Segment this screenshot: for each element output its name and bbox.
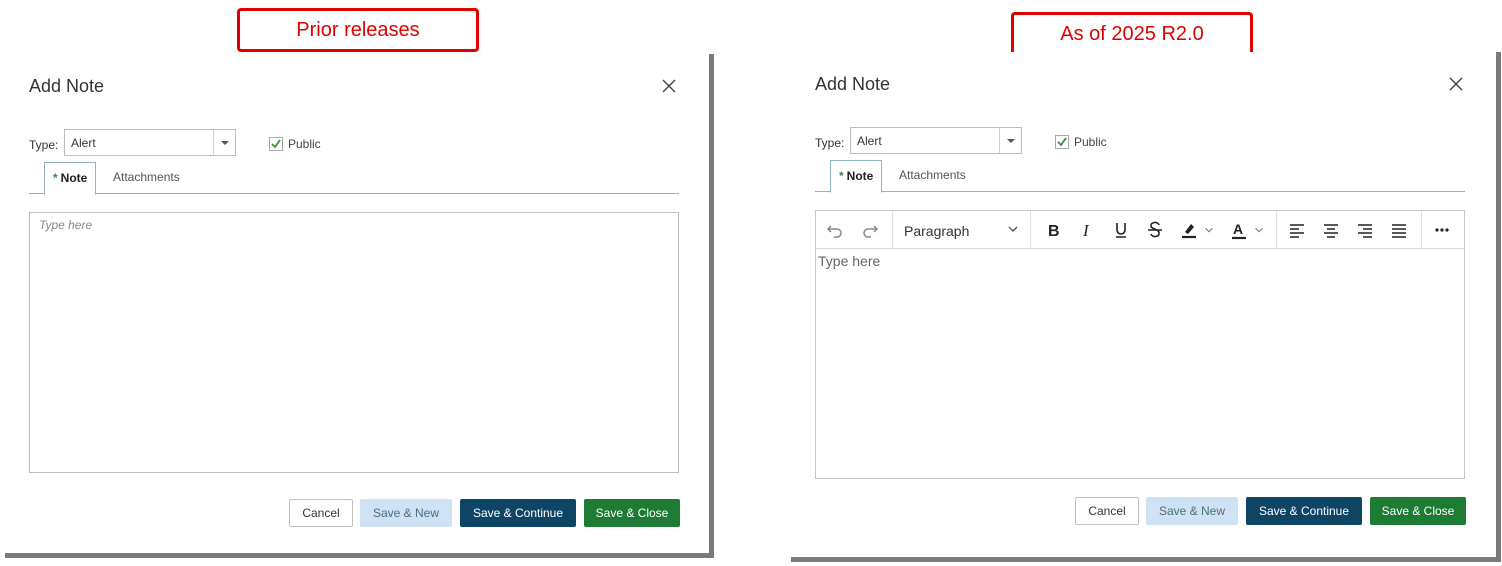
tab-bar: * Note Attachments — [815, 160, 1465, 193]
type-select[interactable]: Alert — [850, 127, 1022, 154]
checkbox-checked-icon[interactable] — [1055, 135, 1069, 149]
align-left-icon[interactable] — [1286, 219, 1308, 241]
underline-icon[interactable] — [1110, 219, 1132, 241]
tab-note[interactable]: * Note — [830, 160, 883, 193]
more-icon[interactable] — [1431, 219, 1453, 241]
callout-prior-releases: Prior releases — [237, 8, 479, 52]
type-select-value: Alert — [857, 134, 882, 148]
close-icon[interactable] — [661, 78, 677, 94]
tab-bar: * Note Attachments — [29, 162, 679, 195]
dialog-title: Add Note — [815, 74, 891, 94]
save-close-button[interactable]: Save & Close — [1370, 497, 1466, 525]
required-marker: * — [53, 171, 58, 185]
save-close-button[interactable]: Save & Close — [584, 499, 680, 527]
align-right-icon[interactable] — [1354, 219, 1376, 241]
undo-icon[interactable] — [824, 219, 846, 241]
rich-text-editor[interactable]: Paragraph B I A Type here — [815, 210, 1465, 479]
cancel-button[interactable]: Cancel — [289, 499, 353, 527]
svg-text:A: A — [1233, 221, 1243, 237]
chevron-down-icon[interactable] — [1006, 222, 1020, 236]
chevron-down-icon[interactable] — [213, 130, 235, 155]
public-label: Public — [288, 137, 321, 151]
strikethrough-icon[interactable] — [1144, 219, 1166, 241]
tab-note[interactable]: * Note — [44, 162, 97, 195]
tab-attachments[interactable]: Attachments — [891, 160, 974, 192]
chevron-down-icon[interactable] — [1252, 219, 1266, 241]
type-select-value: Alert — [71, 136, 96, 150]
tab-note-label: Note — [846, 169, 874, 183]
type-select[interactable]: Alert — [64, 129, 236, 156]
save-continue-button[interactable]: Save & Continue — [1246, 497, 1362, 525]
add-note-dialog-prior: Add Note Type: Alert Public * Note Attach… — [5, 54, 714, 558]
tab-note-label: Note — [60, 171, 88, 185]
close-icon[interactable] — [1448, 76, 1464, 92]
highlight-icon[interactable] — [1178, 219, 1200, 241]
note-placeholder: Type here — [39, 218, 93, 232]
editor-placeholder: Type here — [818, 253, 881, 269]
public-checkbox[interactable]: Public — [1055, 135, 1107, 149]
chevron-down-icon[interactable] — [999, 128, 1021, 153]
paragraph-dropdown[interactable]: Paragraph — [904, 223, 969, 239]
tab-attachments[interactable]: Attachments — [105, 162, 188, 194]
cancel-button[interactable]: Cancel — [1075, 497, 1139, 525]
svg-text:I: I — [1082, 221, 1090, 240]
editor-toolbar: Paragraph B I A — [816, 211, 1464, 249]
type-label: Type: — [29, 138, 59, 152]
dialog-title: Add Note — [29, 76, 105, 96]
type-label: Type: — [815, 136, 845, 150]
public-checkbox[interactable]: Public — [269, 137, 321, 151]
note-textarea[interactable]: Type here — [29, 212, 679, 473]
font-color-icon[interactable]: A — [1228, 219, 1250, 241]
save-new-button[interactable]: Save & New — [1146, 497, 1238, 525]
bold-icon[interactable]: B — [1042, 219, 1064, 241]
justify-icon[interactable] — [1388, 219, 1410, 241]
public-label: Public — [1074, 135, 1107, 149]
checkbox-checked-icon[interactable] — [269, 137, 283, 151]
required-marker: * — [839, 169, 844, 183]
redo-icon[interactable] — [859, 219, 881, 241]
chevron-down-icon[interactable] — [1202, 219, 1216, 241]
align-center-icon[interactable] — [1320, 219, 1342, 241]
save-new-button[interactable]: Save & New — [360, 499, 452, 527]
italic-icon[interactable]: I — [1076, 219, 1098, 241]
save-continue-button[interactable]: Save & Continue — [460, 499, 576, 527]
callout-2025-r2: As of 2025 R2.0 — [1011, 12, 1253, 56]
add-note-dialog-new: Add Note Type: Alert Public * Note Attach… — [791, 52, 1501, 562]
svg-text:B: B — [1048, 223, 1060, 240]
